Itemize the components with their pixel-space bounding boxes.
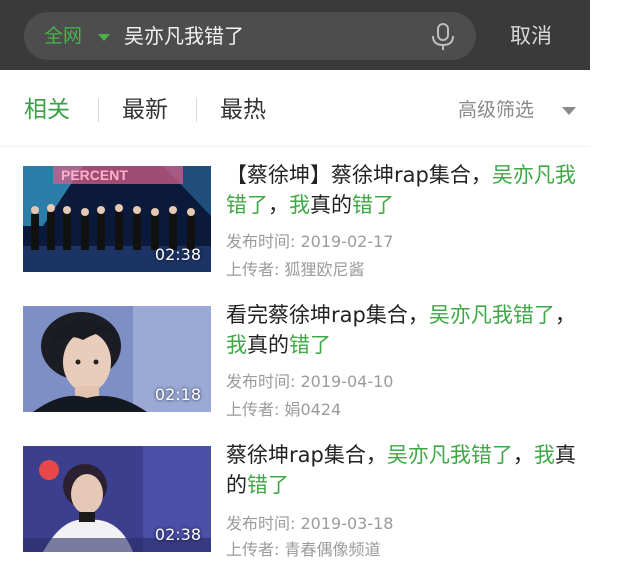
video-result[interactable]: PERCENT 02:38 【蔡徐坤】蔡徐坤rap集合，吴亦凡我错了，我真的错了… xyxy=(0,160,632,279)
video-thumbnail[interactable]: 02:38 xyxy=(23,446,211,552)
search-box[interactable]: 全网 吴亦凡我错了 xyxy=(24,12,476,60)
tab-divider xyxy=(196,98,197,122)
video-duration: 02:38 xyxy=(154,245,201,264)
tab-relevant[interactable]: 相关 xyxy=(24,80,70,140)
video-thumbnail[interactable]: PERCENT 02:38 xyxy=(23,166,211,272)
result-tabs: 相关 最新 最热 高级筛选 xyxy=(0,80,590,140)
video-title[interactable]: 蔡徐坤rap集合，吴亦凡我错了，我真的错了 xyxy=(226,440,576,500)
video-result[interactable]: 02:18 看完蔡徐坤rap集合，吴亦凡我错了，我真的错了 发布时间: 2019… xyxy=(0,300,632,419)
tab-hottest[interactable]: 最热 xyxy=(220,80,266,140)
microphone-icon[interactable] xyxy=(430,23,456,51)
search-scope-selector[interactable]: 全网 xyxy=(44,12,82,60)
video-duration: 02:18 xyxy=(154,385,201,404)
video-title[interactable]: 【蔡徐坤】蔡徐坤rap集合，吴亦凡我错了，我真的错了 xyxy=(226,160,576,220)
tab-latest[interactable]: 最新 xyxy=(122,80,168,140)
thumbnail-logo-text: PERCENT xyxy=(61,167,128,183)
video-title[interactable]: 看完蔡徐坤rap集合，吴亦凡我错了，我真的错了 xyxy=(226,300,576,360)
advanced-filter-button[interactable]: 高级筛选 xyxy=(458,80,534,140)
uploader[interactable]: 上传者: 青春偶像频道 xyxy=(226,536,380,560)
chevron-down-icon[interactable] xyxy=(562,107,576,115)
publish-date: 发布时间: 2019-03-18 xyxy=(226,514,394,533)
video-thumbnail[interactable]: 02:18 xyxy=(23,306,211,412)
video-result[interactable]: 02:38 蔡徐坤rap集合，吴亦凡我错了，我真的错了 发布时间: 2019-0… xyxy=(0,440,632,559)
divider xyxy=(0,146,590,147)
publish-date: 发布时间: 2019-02-17 xyxy=(226,232,394,251)
video-duration: 02:38 xyxy=(154,525,201,544)
search-input[interactable]: 吴亦凡我错了 xyxy=(124,12,244,60)
search-header: 全网 吴亦凡我错了 取消 xyxy=(0,0,590,70)
uploader[interactable]: 上传者: 狐狸欧尼酱 xyxy=(226,256,364,280)
chevron-down-icon[interactable] xyxy=(98,34,110,41)
publish-date: 发布时间: 2019-04-10 xyxy=(226,372,394,391)
tab-divider xyxy=(98,98,99,122)
cancel-button[interactable]: 取消 xyxy=(510,12,552,60)
uploader[interactable]: 上传者: 娟0424 xyxy=(226,396,341,420)
